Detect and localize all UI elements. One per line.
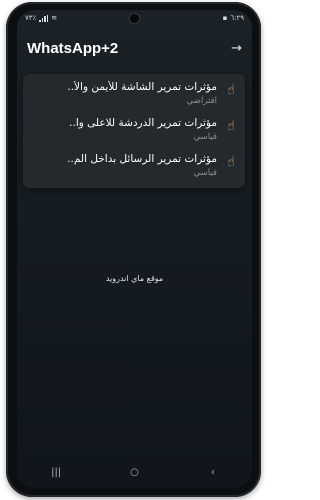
app-header: WhatsApp+2 → (17, 34, 252, 62)
app-title: WhatsApp+2 (27, 39, 119, 57)
recents-button[interactable]: ||| (41, 467, 71, 478)
status-time: ٦:٢٩ (230, 14, 244, 22)
menu-item-chat-swipe[interactable]: ☝ مؤثرات تمرير الدردشة للاعلى وا.. قياسي (23, 114, 245, 148)
watermark-text: موقع ماي اندرويد (105, 274, 164, 283)
back-button[interactable]: ‹ (198, 467, 228, 478)
home-button[interactable]: ○ (119, 467, 149, 478)
battery-percent: ٧٣٪ (25, 14, 37, 22)
menu-item-title: مؤثرات تمرير الدردشة للاعلى وا.. (69, 117, 217, 129)
menu-item-subtitle: افتراضي (186, 96, 217, 106)
menu-item-title: مؤثرات تمرير الرسائل بداخل الم.. (67, 153, 217, 165)
hand-swipe-icon: ☝ (227, 119, 235, 134)
phone-screen: ٧٣٪ ≋ ▪ ٦:٢٩ WhatsApp+2 → ☝ مؤثرات تمرير… (17, 10, 252, 488)
arrow-right-icon[interactable]: → (231, 41, 242, 56)
menu-panel: ☝ مؤثرات تمرير الشاشة للأيمن والأ.. افتر… (23, 74, 245, 188)
wifi-icon: ≋ (51, 14, 58, 22)
navigation-bar: ||| ○ ‹ (17, 464, 252, 480)
signal-icon (39, 14, 49, 22)
hand-swipe-icon: ☝ (227, 83, 235, 98)
menu-item-subtitle: قياسي (193, 132, 217, 142)
phone-frame: ٧٣٪ ≋ ▪ ٦:٢٩ WhatsApp+2 → ☝ مؤثرات تمرير… (6, 2, 261, 497)
menu-item-messages-swipe[interactable]: ☝ مؤثرات تمرير الرسائل بداخل الم.. قياسي (23, 150, 245, 184)
menu-item-screen-swipe[interactable]: ☝ مؤثرات تمرير الشاشة للأيمن والأ.. افتر… (23, 78, 245, 112)
menu-item-title: مؤثرات تمرير الشاشة للأيمن والأ.. (67, 81, 217, 93)
front-camera (130, 14, 139, 23)
notification-icon: ▪ (222, 14, 228, 22)
hand-swipe-icon: ☝ (227, 155, 235, 170)
status-left: ٧٣٪ ≋ (25, 14, 57, 22)
menu-item-subtitle: قياسي (193, 168, 217, 178)
status-right: ▪ ٦:٢٩ (223, 14, 244, 22)
